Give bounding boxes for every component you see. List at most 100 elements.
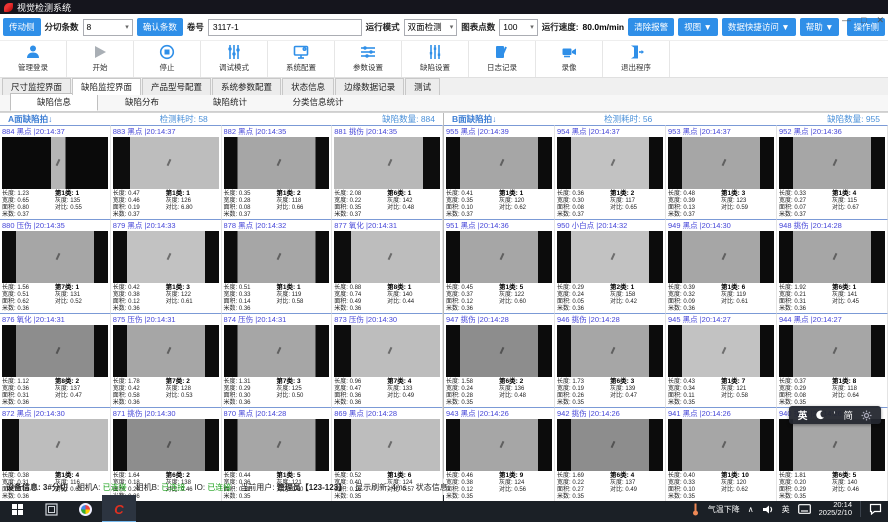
defect-cell[interactable]: 944 黑点 |20:14:27 长度: 0.37 宽度: 0.29 面积: 0… [777,313,888,407]
defect-cell[interactable]: 877 氧化 |20:14:31 长度: 0.88 宽度: 0.74 面积: 0… [332,219,443,313]
ime-english-toggle[interactable]: 英 [798,408,808,422]
defect-thumbnail[interactable] [2,325,108,377]
weather-text[interactable]: 气温下降 [708,504,740,515]
defect-cell[interactable]: 883 黑点 |20:14:37 长度: 0.47 宽度: 0.46 面积: 0… [111,125,222,219]
defect-cell[interactable]: 946 挑伤 |20:14:28 长度: 1.73 宽度: 0.19 面积: 0… [555,313,666,407]
defect-thumbnail[interactable] [2,419,108,471]
subtab-分类信息统计[interactable]: 分类信息统计 [274,93,362,111]
defect-thumbnail[interactable] [668,231,774,283]
defect-cell[interactable]: 945 黑点 |20:14:27 长度: 0.43 宽度: 0.34 面积: 0… [666,313,777,407]
defect-thumbnail[interactable] [2,231,108,283]
tray-chevron-icon[interactable]: ∧ [748,505,754,514]
defect-thumbnail[interactable] [224,325,330,377]
defect-thumbnail[interactable] [113,231,219,283]
defect-cell[interactable]: 952 黑点 |20:14:36 长度: 0.33 宽度: 0.27 面积: 0… [777,125,888,219]
debug-mode-button[interactable]: 调试模式 [201,41,268,77]
defect-thumbnail[interactable] [334,419,440,471]
defect-thumbnail[interactable] [779,137,885,189]
roll-number-input[interactable] [208,19,362,36]
defect-thumbnail[interactable] [557,325,663,377]
drive-side-button[interactable]: 传动侧 [3,18,41,36]
defect-thumbnail[interactable] [113,419,219,471]
defect-thumbnail[interactable] [668,137,774,189]
close-button[interactable]: ✕ [876,15,884,26]
ime-simplified-toggle[interactable]: 简 [843,408,853,422]
defect-cell[interactable]: 884 黑点 |20:14:37 长度: 1.23 宽度: 0.65 面积: 0… [0,125,111,219]
defect-cell[interactable]: 873 压伤 |20:14:30 长度: 0.96 宽度: 0.47 面积: 0… [332,313,443,407]
defect-cell[interactable]: 955 黑点 |20:14:39 长度: 0.41 宽度: 0.35 面积: 0… [444,125,555,219]
defect-thumbnail[interactable] [446,137,552,189]
defect-thumbnail[interactable] [779,419,885,471]
defect-thumbnail[interactable] [2,137,108,189]
exit-program-button[interactable]: 退出程序 [603,41,670,77]
defect-cell[interactable]: 950 小白点 |20:14:32 长度: 0.29 宽度: 0.24 面积: … [555,219,666,313]
params-settings-button[interactable]: 参数设置 [335,41,402,77]
defect-cell[interactable]: 879 黑点 |20:14:33 长度: 0.42 宽度: 0.38 面积: 0… [111,219,222,313]
defect-thumbnail[interactable] [446,325,552,377]
panel-title[interactable]: B面缺陷拍↓ [452,113,496,125]
defect-cell[interactable]: 949 黑点 |20:14:30 长度: 0.39 宽度: 0.32 面积: 0… [666,219,777,313]
defect-cell[interactable]: 942 挑伤 |20:14:26 长度: 1.69 宽度: 0.22 面积: 0… [555,407,666,501]
gear-icon[interactable] [861,410,872,421]
chart-points-select[interactable]: 100 ▾ [499,19,537,36]
touch-keyboard-icon[interactable] [798,504,811,514]
taskbar-clock[interactable]: 20:14 2025/2/10 [819,501,852,518]
defect-thumbnail[interactable] [224,231,330,283]
defect-thumbnail[interactable] [113,325,219,377]
defect-thumbnail[interactable] [557,137,663,189]
defect-thumbnail[interactable] [557,419,663,471]
system-config-button[interactable]: 系统配置 [268,41,335,77]
video-record-button[interactable]: 录像 [536,41,603,77]
defect-cell[interactable]: 951 黑点 |20:14:36 长度: 0.45 宽度: 0.37 面积: 0… [444,219,555,313]
defect-thumbnail[interactable] [334,231,440,283]
defect-thumbnail[interactable] [224,137,330,189]
maximize-button[interactable]: □ [861,15,866,26]
stop-button[interactable]: 停止 [134,41,201,77]
volume-icon[interactable] [762,504,774,515]
clear-alarm-button[interactable]: 清除报警 [628,18,674,36]
view-menu-button[interactable]: 视图 ▼ [678,18,718,36]
subtab-缺陷统计[interactable]: 缺陷统计 [186,93,274,111]
defect-cell[interactable]: 941 黑点 |20:14:26 长度: 0.40 宽度: 0.33 面积: 0… [666,407,777,501]
defect-cell[interactable]: 882 黑点 |20:14:35 长度: 0.35 宽度: 0.28 面积: 0… [222,125,333,219]
defect-thumbnail[interactable] [557,231,663,283]
defect-cell[interactable]: 874 压伤 |20:14:31 长度: 1.31 宽度: 0.29 面积: 0… [222,313,333,407]
action-center-icon[interactable] [869,503,882,515]
defect-thumbnail[interactable] [334,137,440,189]
defect-cell[interactable]: 948 挑伤 |20:14:28 长度: 1.92 宽度: 0.21 面积: 0… [777,219,888,313]
run-mode-select[interactable]: 双面检测 ▾ [404,19,458,36]
defect-thumbnail[interactable] [446,231,552,283]
help-menu-button[interactable]: 帮助 ▼ [800,18,840,36]
login-button[interactable]: 管理登录 [0,41,67,77]
subtab-缺陷分布[interactable]: 缺陷分布 [98,93,186,111]
defect-cell[interactable]: 947 挑伤 |20:14:28 长度: 1.58 宽度: 0.24 面积: 0… [444,313,555,407]
defect-cell[interactable]: 953 黑点 |20:14:37 长度: 0.48 宽度: 0.39 面积: 0… [666,125,777,219]
tab-测试[interactable]: 测试 [405,78,440,95]
minimize-button[interactable]: — [842,15,851,26]
defect-cell[interactable]: 943 黑点 |20:14:26 长度: 0.46 宽度: 0.38 面积: 0… [444,407,555,501]
confirm-count-button[interactable]: 确认条数 [137,18,183,36]
defect-thumbnail[interactable] [334,325,440,377]
defect-cell[interactable]: 881 挑伤 |20:14:35 长度: 2.08 宽度: 0.22 面积: 0… [332,125,443,219]
defect-thumbnail[interactable] [668,325,774,377]
tab-缺陷监控界面[interactable]: 缺陷监控界面 [72,78,141,95]
panel-title[interactable]: A面缺陷拍↓ [8,113,52,125]
ime-pen-icon[interactable]: ’ [833,410,835,421]
subtab-缺陷信息[interactable]: 缺陷信息 [10,93,98,111]
log-record-button[interactable]: 日志记录 [469,41,536,77]
moon-icon[interactable] [815,410,825,420]
slit-count-select[interactable]: 8 ▾ [83,19,133,36]
defect-thumbnail[interactable] [779,231,885,283]
task-view-button[interactable] [34,495,68,522]
browser-taskbar-button[interactable] [68,495,102,522]
defect-thumbnail[interactable] [224,419,330,471]
defect-thumbnail[interactable] [668,419,774,471]
defect-cell[interactable]: 880 压伤 |20:14:35 长度: 1.56 宽度: 0.51 面积: 0… [0,219,111,313]
defect-cell[interactable]: 876 氧化 |20:14:31 长度: 1.12 宽度: 0.36 面积: 0… [0,313,111,407]
defect-thumbnail[interactable] [446,419,552,471]
inspection-app-taskbar-button[interactable]: C [102,495,136,522]
defect-thumbnail[interactable] [779,325,885,377]
input-language-indicator[interactable]: 英 [782,504,790,515]
start-button[interactable] [0,495,34,522]
defect-cell[interactable]: 954 黑点 |20:14:37 长度: 0.36 宽度: 0.30 面积: 0… [555,125,666,219]
